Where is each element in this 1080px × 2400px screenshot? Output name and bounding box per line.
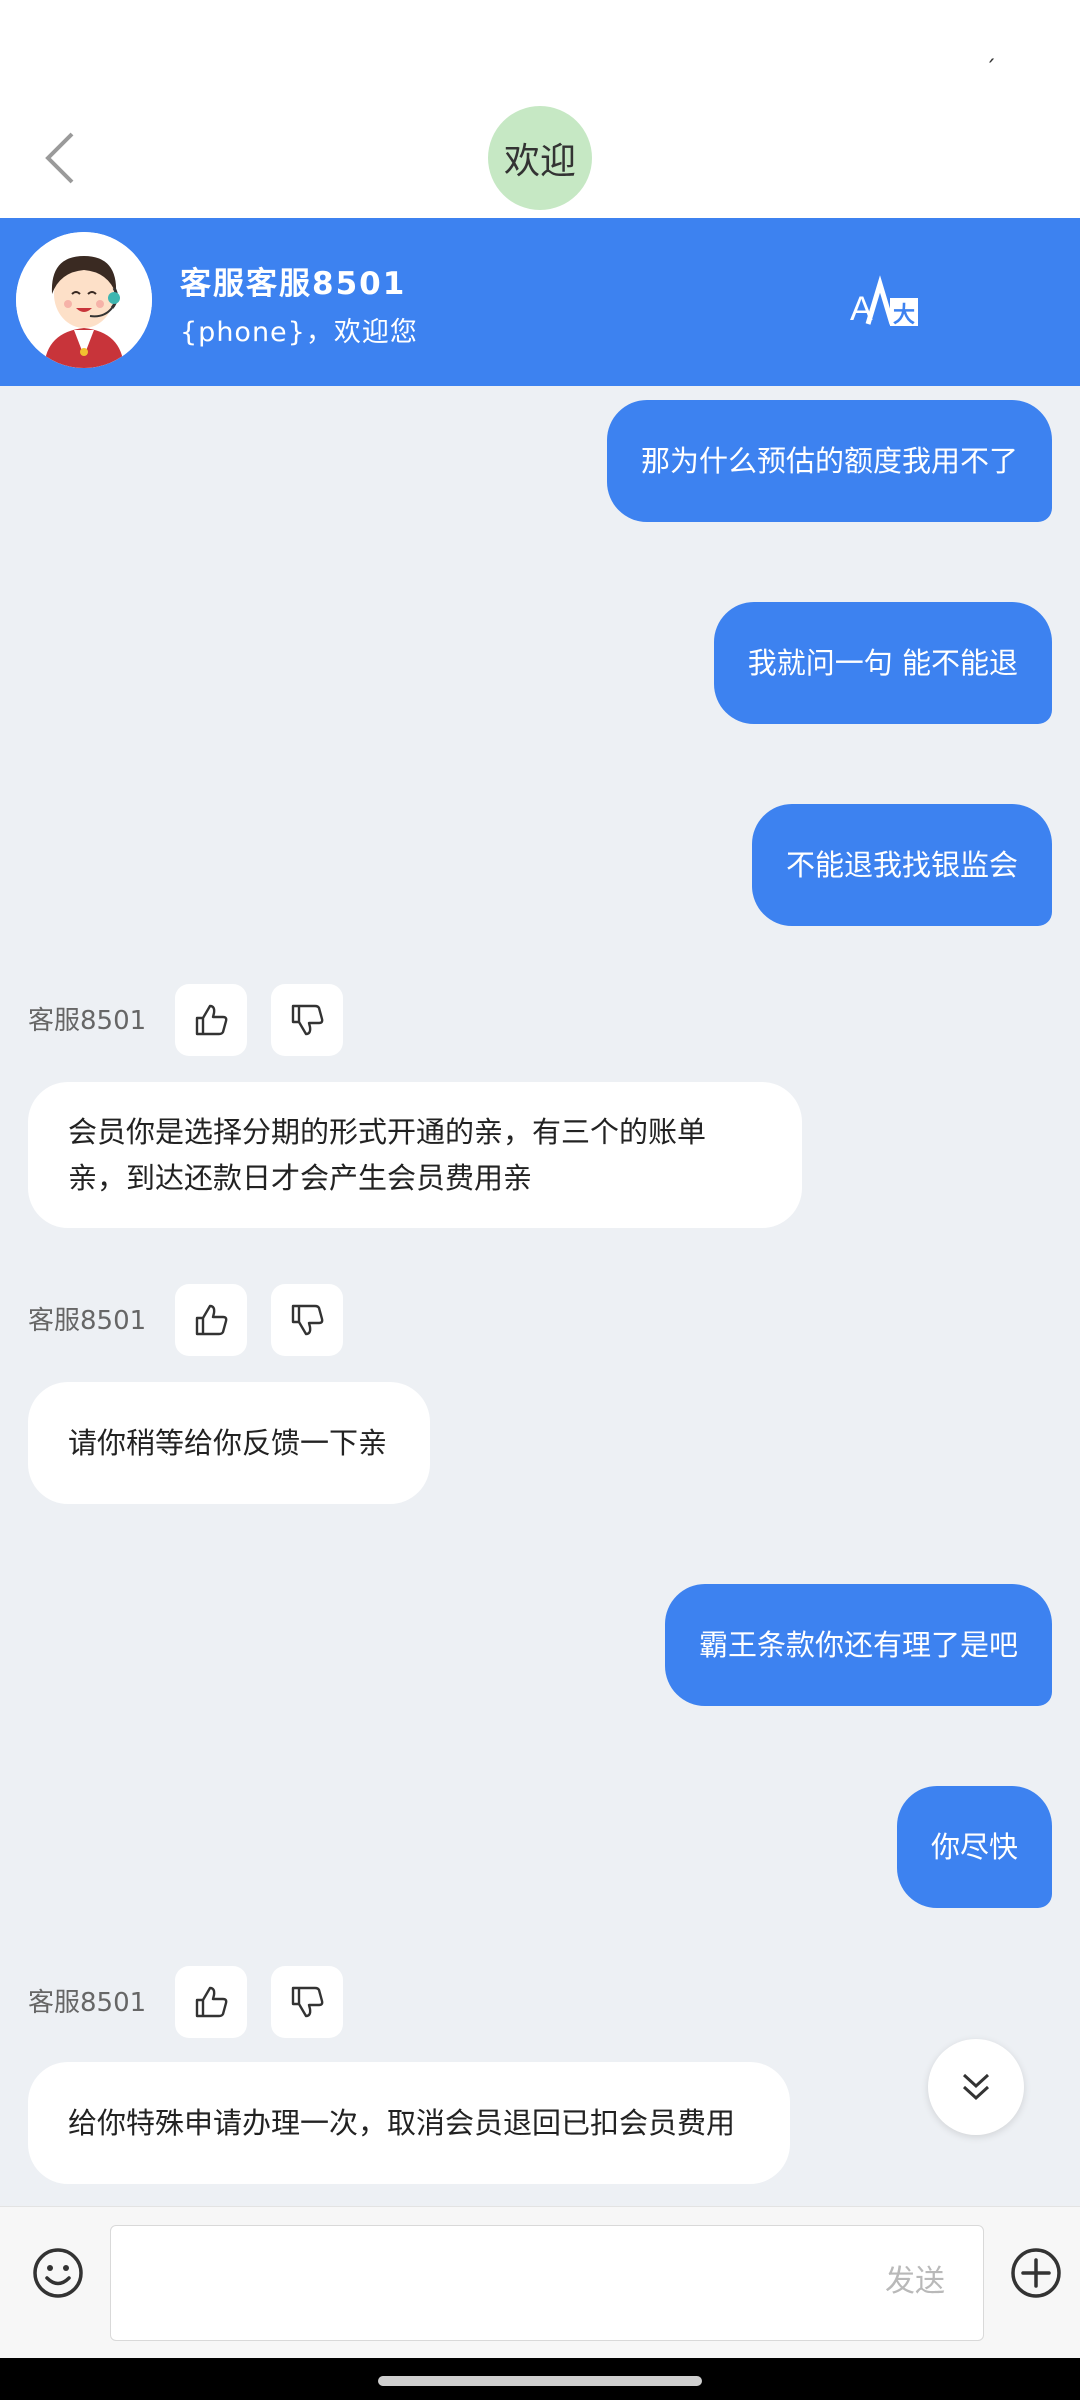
send-button[interactable]: 发送 — [885, 2256, 945, 2300]
double-chevron-down-icon — [962, 2073, 990, 2101]
agent-header: 客服客服8501 {phone}，欢迎您 A 大 — [0, 218, 1080, 386]
user-message: 我就问一句 能不能退 — [713, 602, 1052, 724]
message-text: 霸王条款你还有理了是吧 — [698, 1628, 1018, 1662]
user-message: 霸王条款你还有理了是吧 — [664, 1584, 1052, 1706]
scroll-to-bottom-button[interactable] — [928, 2039, 1024, 2135]
thumbs-up-icon — [195, 1304, 228, 1336]
chevron-left-icon — [45, 132, 74, 184]
like-button[interactable] — [175, 984, 247, 1056]
agent-message: 请你稍等给你反馈一下亲 — [28, 1382, 430, 1504]
thumbs-up-icon — [195, 1986, 228, 2018]
plus-circle-icon — [1011, 2248, 1061, 2298]
input-bar: 发送 — [0, 2206, 1080, 2358]
agent-label: 客服8501 — [28, 1306, 147, 1336]
home-gesture-handle[interactable] — [378, 2376, 702, 2386]
thumbs-down-icon — [291, 1986, 324, 2018]
message-text: 我就问一句 能不能退 — [747, 646, 1018, 680]
agent-label: 客服8501 — [28, 1006, 147, 1036]
message-text: 那为什么预估的额度我用不了 — [640, 444, 1018, 478]
system-navigation-bar — [0, 2358, 1080, 2400]
message-text-line: 会员你是选择分期的形式开通的亲，有三个的账单 — [68, 1115, 707, 1149]
message-text: 请你稍等给你反馈一下亲 — [68, 1426, 388, 1460]
page-title: 欢迎 — [503, 141, 576, 182]
translate-icon: A 大 — [850, 275, 918, 328]
agent-label: 客服8501 — [28, 1988, 147, 2018]
dislike-button[interactable] — [271, 1966, 343, 2038]
agent-name: 客服客服8501 — [180, 266, 407, 302]
svg-text:大: 大 — [893, 303, 915, 328]
agent-avatar — [16, 232, 152, 368]
smiley-icon — [33, 2248, 83, 2298]
user-message: 那为什么预估的额度我用不了 — [606, 400, 1052, 522]
like-button[interactable] — [175, 1966, 247, 2038]
thumbs-down-icon — [291, 1004, 324, 1036]
nav-title-wrap: 欢迎 — [488, 106, 592, 210]
message-text: 你尽快 — [930, 1830, 1018, 1864]
thumbs-down-icon — [291, 1304, 324, 1336]
agent-message: 会员你是选择分期的形式开通的亲，有三个的账单 亲，到达还款日才会产生会员费用亲 — [28, 1082, 802, 1228]
user-message: 你尽快 — [896, 1786, 1052, 1908]
status-indicator: ˏ — [985, 38, 996, 63]
translate-button[interactable]: A 大 — [846, 268, 926, 338]
emoji-button[interactable] — [30, 2245, 86, 2301]
agent-message: 给你特殊申请办理一次，取消会员退回已扣会员费用 — [28, 2062, 790, 2184]
message-text: 不能退我找银监会 — [785, 848, 1018, 882]
thumbs-up-icon — [195, 1004, 228, 1036]
message-input[interactable]: 发送 — [110, 2225, 984, 2341]
message-text: 给你特殊申请办理一次，取消会员退回已扣会员费用 — [68, 2106, 736, 2140]
nav-bar: 欢迎 — [0, 100, 1080, 218]
like-button[interactable] — [175, 1284, 247, 1356]
status-bar: ˏ — [0, 0, 1080, 100]
message-text-line: 亲，到达还款日才会产生会员费用亲 — [68, 1161, 533, 1195]
dislike-button[interactable] — [271, 984, 343, 1056]
more-options-button[interactable] — [1008, 2245, 1064, 2301]
user-message: 不能退我找银监会 — [751, 804, 1052, 926]
agent-subtitle: {phone}，欢迎您 — [180, 317, 418, 348]
dislike-button[interactable] — [271, 1284, 343, 1356]
chat-area[interactable]: 那为什么预估的额度我用不了 我就问一句 能不能退 不能退我找银监会 客服8501… — [0, 386, 1080, 2206]
back-button[interactable] — [30, 118, 90, 198]
